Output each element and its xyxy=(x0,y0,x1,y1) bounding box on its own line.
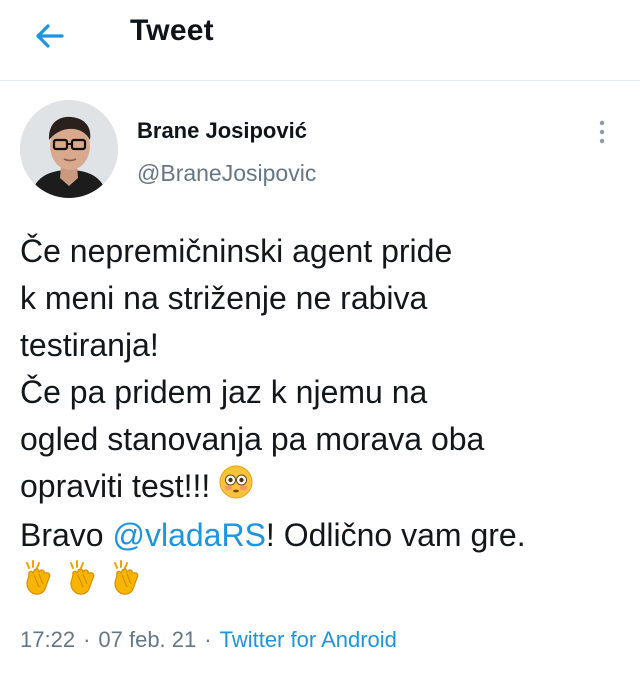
tweet-line-mention: Bravo @vladaRS! Odlično vam gre. xyxy=(20,512,630,559)
clapping-hands-emoji xyxy=(20,559,58,610)
top-bar: Tweet xyxy=(0,0,640,80)
tweet-line: Če nepremičninski agent pride xyxy=(20,233,453,269)
mention-link[interactable]: @vladaRS xyxy=(112,517,265,553)
clapping-hands-emoji xyxy=(64,559,102,610)
separator: · xyxy=(83,627,91,652)
more-options-button[interactable] xyxy=(590,118,614,148)
author-handle[interactable]: @BraneJosipovic xyxy=(137,160,316,187)
tweet-time: 17:22 xyxy=(20,627,76,652)
tweet-source-link[interactable]: Twitter for Android xyxy=(220,627,397,652)
arrow-left-icon[interactable] xyxy=(30,16,74,56)
tweet-line: testiranja! xyxy=(20,327,159,363)
tweet-line-with-emoji: opraviti test!!! xyxy=(20,463,630,512)
tweet-line: Če pa pridem jaz k njemu na xyxy=(20,374,428,410)
header-divider xyxy=(0,80,640,81)
clapping-hands-emoji xyxy=(108,559,146,610)
author-name[interactable]: Brane Josipović xyxy=(137,118,307,144)
avatar[interactable] xyxy=(20,100,118,198)
tweet-line: ogled stanovanja pa morava oba xyxy=(20,421,485,457)
page-title: Tweet xyxy=(130,14,214,47)
text-suffix: ! Odlično vam gre. xyxy=(265,517,526,554)
text-prefix: Bravo xyxy=(20,517,113,554)
separator: · xyxy=(204,627,212,652)
tweet-text: Če nepremičninski agent pride k meni na … xyxy=(20,228,630,610)
more-vertical-icon[interactable] xyxy=(590,118,614,148)
avatar-photo xyxy=(20,100,118,198)
emoji-row xyxy=(20,559,630,610)
tweet-line: opraviti test!!! xyxy=(20,468,211,504)
flushed-face-emoji xyxy=(219,465,253,512)
tweet-meta: 17:22 · 07 feb. 21 · Twitter for Android xyxy=(20,627,397,653)
tweet-line: k meni na striženje ne rabiva xyxy=(20,280,428,316)
tweet-date: 07 feb. 21 xyxy=(98,627,197,652)
back-button[interactable] xyxy=(30,16,74,56)
